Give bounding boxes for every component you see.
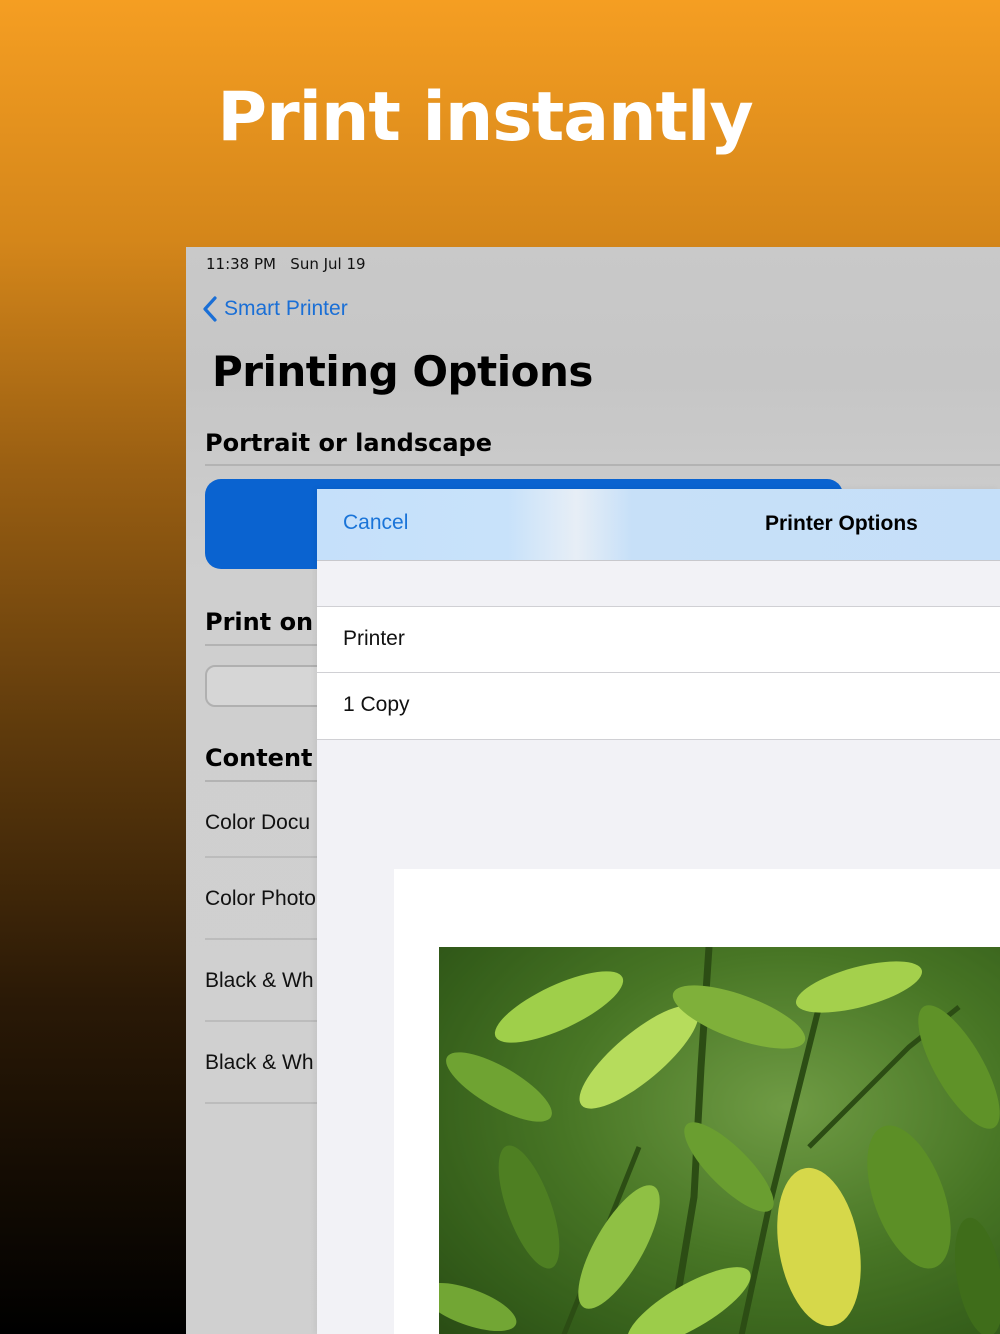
leaves-image [439, 947, 1000, 1334]
chevron-left-icon [203, 296, 217, 322]
section-orientation: Portrait or landscape [205, 429, 493, 457]
headline: Print instantly [217, 78, 753, 157]
status-bar: 11:38 PM Sun Jul 19 [206, 255, 366, 273]
sheet-nav-bar: Cancel Printer Options [317, 489, 1000, 561]
copies-row[interactable]: 1 Copy [317, 673, 1000, 740]
content-item[interactable]: Color Photo [205, 887, 316, 911]
sheet-title: Printer Options [765, 512, 918, 535]
content-item[interactable]: Black & Wh [205, 1051, 314, 1075]
preview-photo [439, 947, 1000, 1334]
status-time: 11:38 PM [206, 255, 276, 273]
printer-row-label: Printer [343, 627, 405, 650]
printer-row[interactable]: Printer [317, 606, 1000, 673]
divider [205, 464, 1000, 466]
back-button[interactable]: Smart Printer [202, 295, 348, 323]
content-item[interactable]: Black & Wh [205, 969, 314, 993]
content-item[interactable]: Color Docu [205, 811, 310, 835]
page-title: Printing Options [212, 347, 593, 396]
status-date: Sun Jul 19 [290, 255, 366, 273]
copies-row-label: 1 Copy [343, 693, 410, 716]
back-label: Smart Printer [224, 297, 348, 320]
printer-options-sheet: Cancel Printer Options Printer 1 Copy [317, 489, 1000, 1334]
print-preview-page[interactable] [394, 869, 1000, 1334]
cancel-button[interactable]: Cancel [343, 511, 408, 535]
